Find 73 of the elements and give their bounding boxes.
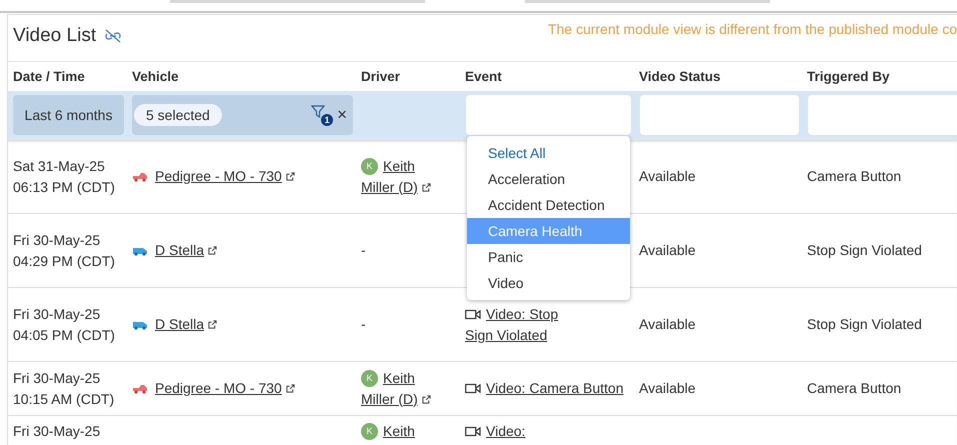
trigger-text: Stop Sign Violated: [807, 315, 922, 334]
vehicle-link[interactable]: Pedigree - MO - 730: [155, 378, 282, 399]
triggered-filter-field[interactable]: [808, 95, 957, 135]
external-link-icon: [422, 182, 431, 192]
toolbar-field[interactable]: [170, 0, 425, 3]
clear-button[interactable]: ×: [337, 105, 347, 125]
module-notice: The current module view is different from the published module co: [548, 21, 957, 37]
driver-text: -: [361, 241, 366, 260]
external-link-icon: [422, 394, 431, 404]
video-camera-icon: [465, 308, 481, 320]
driver-text: -: [361, 315, 366, 334]
column-header[interactable]: Video Status: [634, 69, 802, 84]
date-text: Fri 30-May-25: [13, 304, 102, 324]
trigger-text: Stop Sign Violated: [807, 241, 922, 260]
driver-link[interactable]: Keith: [383, 368, 415, 388]
status-text: Available: [639, 241, 696, 260]
event-link[interactable]: Video: Stop: [486, 304, 558, 324]
column-header[interactable]: Event: [460, 69, 634, 84]
event-link[interactable]: Video:: [486, 421, 526, 442]
menu-option[interactable]: Accident Detection: [467, 192, 630, 218]
vehicle-link[interactable]: Pedigree - MO - 730: [155, 166, 282, 187]
van-icon: [132, 246, 148, 256]
vehicle-filter[interactable]: 5 selected 1 ×: [132, 95, 353, 135]
video-camera-icon: [465, 426, 481, 437]
van-icon: [132, 320, 148, 330]
status-text: Available: [639, 315, 696, 334]
status-text: Available: [639, 379, 696, 398]
external-link-icon: [208, 320, 218, 329]
trigger-text: Camera Button: [807, 379, 902, 398]
vehicle-link[interactable]: D Stella: [155, 314, 204, 335]
trigger-text: Camera Button: [807, 167, 902, 186]
video-camera-icon: [465, 383, 481, 394]
driver-link[interactable]: Miller (D): [361, 388, 418, 410]
external-link-icon: [286, 384, 295, 393]
external-link-icon: [286, 172, 295, 181]
avatar: K: [361, 370, 378, 386]
pickup-truck-icon: [132, 172, 148, 182]
menu-option[interactable]: Acceleration: [467, 166, 630, 192]
date-text: Sat 31-May-25: [13, 156, 106, 176]
menu-option[interactable]: Select All: [467, 140, 630, 166]
event-filter-field[interactable]: [466, 95, 631, 135]
date-text: Fri 30-May-25: [13, 368, 102, 388]
time-text: 06:13 PM (CDT): [13, 178, 115, 197]
panel-title: Video List: [13, 25, 96, 47]
column-header[interactable]: Date / Time: [8, 69, 127, 84]
avatar: K: [361, 423, 378, 440]
pickup-truck-icon: [132, 384, 148, 394]
time-text: 10:15 AM (CDT): [13, 390, 114, 409]
event-link[interactable]: Video: Camera Button: [486, 378, 624, 399]
driver-link[interactable]: Miller (D): [361, 176, 418, 198]
filter-count-badge: 1: [321, 114, 334, 126]
menu-option[interactable]: Video: [467, 270, 630, 296]
unlink-icon[interactable]: [104, 28, 122, 44]
time-text: 04:29 PM (CDT): [13, 252, 115, 271]
event-link[interactable]: Sign Violated: [465, 324, 558, 346]
column-header[interactable]: Driver: [356, 69, 460, 84]
time-text: 04:05 PM (CDT): [13, 326, 115, 345]
driver-link[interactable]: Keith: [383, 421, 415, 442]
vehicle-link[interactable]: D Stella: [155, 240, 204, 261]
driver-link[interactable]: Keith: [383, 156, 415, 176]
column-header[interactable]: Triggered By: [802, 69, 957, 84]
date-text: Fri 30-May-25: [13, 422, 100, 441]
column-header[interactable]: Vehicle: [127, 69, 356, 84]
menu-option[interactable]: Panic: [467, 244, 630, 270]
status-filter-field[interactable]: [640, 95, 799, 135]
date-text: Fri 30-May-25: [13, 230, 102, 250]
filter-icon[interactable]: [311, 105, 326, 119]
selection-chip: 5 selected: [134, 104, 222, 126]
date-filter[interactable]: Last 6 months: [13, 95, 124, 135]
status-text: Available: [639, 167, 696, 186]
external-link-icon: [208, 246, 218, 255]
avatar: K: [361, 158, 378, 174]
toolbar-field[interactable]: [525, 0, 770, 3]
